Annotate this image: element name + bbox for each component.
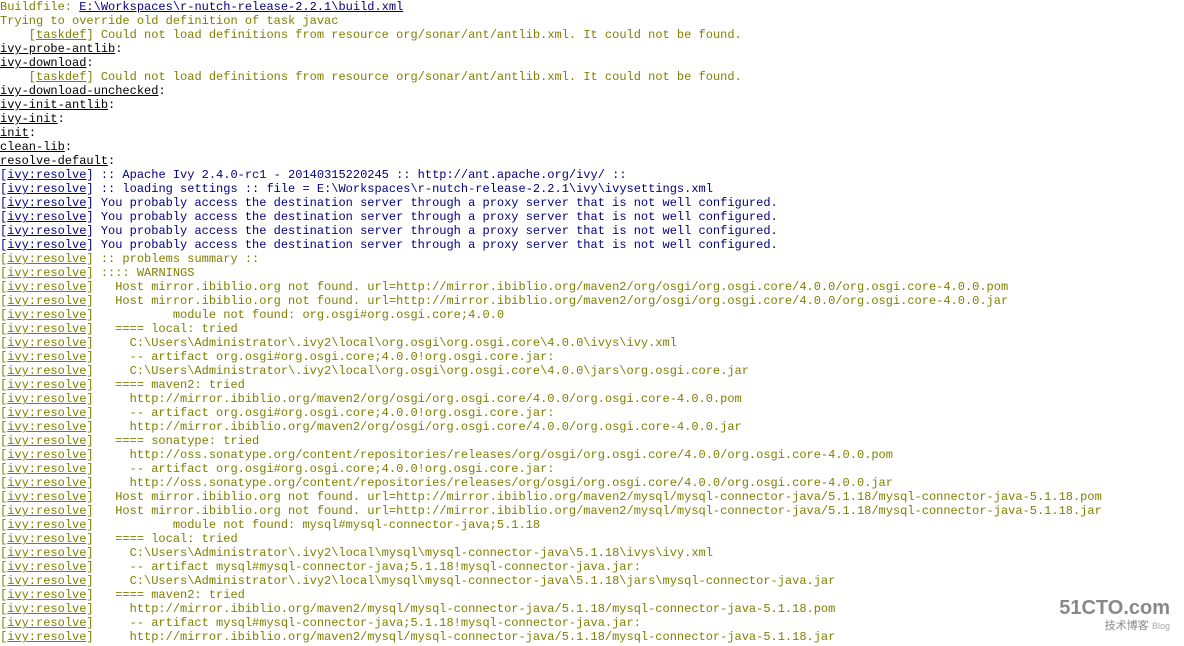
ivy-problems: [ivy:resolve] :: problems summary :: [0,252,1184,266]
ivy-mysql-local-jar: [ivy:resolve] C:\Users\Administrator\.iv… [0,574,1184,588]
ivy-osgi-st-pom: [ivy:resolve] http://oss.sonatype.org/co… [0,448,1184,462]
target-ivy-download-unchecked: ivy-download-unchecked: [0,84,1184,98]
ivy-osgi-local-jar: [ivy:resolve] C:\Users\Administrator\.iv… [0,364,1184,378]
ivy-warnings: [ivy:resolve] :::: WARNINGS [0,266,1184,280]
ivy-version: [ivy:resolve] :: Apache Ivy 2.4.0-rc1 - … [0,168,1184,182]
override-msg: Trying to override old definition of tas… [0,14,1184,28]
ivy-mysql-m2-jar: [ivy:resolve] http://mirror.ibiblio.org/… [0,630,1184,644]
taskdef-line-1: [taskdef] Could not load definitions fro… [0,28,1184,42]
ivy-proxy-4: [ivy:resolve] You probably access the de… [0,238,1184,252]
ivy-proxy-2: [ivy:resolve] You probably access the de… [0,210,1184,224]
ivy-maven2-tried-2: [ivy:resolve] ==== maven2: tried [0,588,1184,602]
ivy-host-osgi-jar: [ivy:resolve] Host mirror.ibiblio.org no… [0,294,1184,308]
ivy-osgi-m2-jar: [ivy:resolve] http://mirror.ibiblio.org/… [0,420,1184,434]
target-ivy-download: ivy-download: [0,56,1184,70]
target-resolve-default: resolve-default: [0,154,1184,168]
ivy-sonatype-tried: [ivy:resolve] ==== sonatype: tried [0,434,1184,448]
ivy-host-mysql-pom: [ivy:resolve] Host mirror.ibiblio.org no… [0,490,1184,504]
ivy-local-tried-1: [ivy:resolve] ==== local: tried [0,322,1184,336]
ivy-mod-mysql: [ivy:resolve] module not found: mysql#my… [0,518,1184,532]
target-clean-lib: clean-lib: [0,140,1184,154]
ivy-mysql-local-ivy: [ivy:resolve] C:\Users\Administrator\.iv… [0,546,1184,560]
target-ivy-init-antlib: ivy-init-antlib: [0,98,1184,112]
ivy-host-mysql-jar: [ivy:resolve] Host mirror.ibiblio.org no… [0,504,1184,518]
ivy-mysql-m2-pom: [ivy:resolve] http://mirror.ibiblio.org/… [0,602,1184,616]
ivy-osgi-m2-pom: [ivy:resolve] http://mirror.ibiblio.org/… [0,392,1184,406]
ivy-maven2-tried-1: [ivy:resolve] ==== maven2: tried [0,378,1184,392]
target-init: init: [0,126,1184,140]
buildfile-line: Buildfile: E:\Workspaces\r-nutch-release… [0,0,1184,14]
ivy-loading: [ivy:resolve] :: loading settings :: fil… [0,182,1184,196]
ivy-local-tried-2: [ivy:resolve] ==== local: tried [0,532,1184,546]
ivy-osgi-st-jar: [ivy:resolve] http://oss.sonatype.org/co… [0,476,1184,490]
ivy-proxy-3: [ivy:resolve] You probably access the de… [0,224,1184,238]
ivy-mysql-artifact-1: [ivy:resolve] -- artifact mysql#mysql-co… [0,560,1184,574]
ivy-osgi-artifact-1: [ivy:resolve] -- artifact org.osgi#org.o… [0,350,1184,364]
ivy-host-osgi-pom: [ivy:resolve] Host mirror.ibiblio.org no… [0,280,1184,294]
target-ivy-probe-antlib: ivy-probe-antlib: [0,42,1184,56]
ivy-osgi-artifact-3: [ivy:resolve] -- artifact org.osgi#org.o… [0,462,1184,476]
ivy-proxy-1: [ivy:resolve] You probably access the de… [0,196,1184,210]
ivy-osgi-artifact-2: [ivy:resolve] -- artifact org.osgi#org.o… [0,406,1184,420]
target-ivy-init: ivy-init: [0,112,1184,126]
taskdef-line-2: [taskdef] Could not load definitions fro… [0,70,1184,84]
ivy-osgi-local-ivy: [ivy:resolve] C:\Users\Administrator\.iv… [0,336,1184,350]
ivy-mysql-artifact-2: [ivy:resolve] -- artifact mysql#mysql-co… [0,616,1184,630]
ivy-mod-osgi: [ivy:resolve] module not found: org.osgi… [0,308,1184,322]
